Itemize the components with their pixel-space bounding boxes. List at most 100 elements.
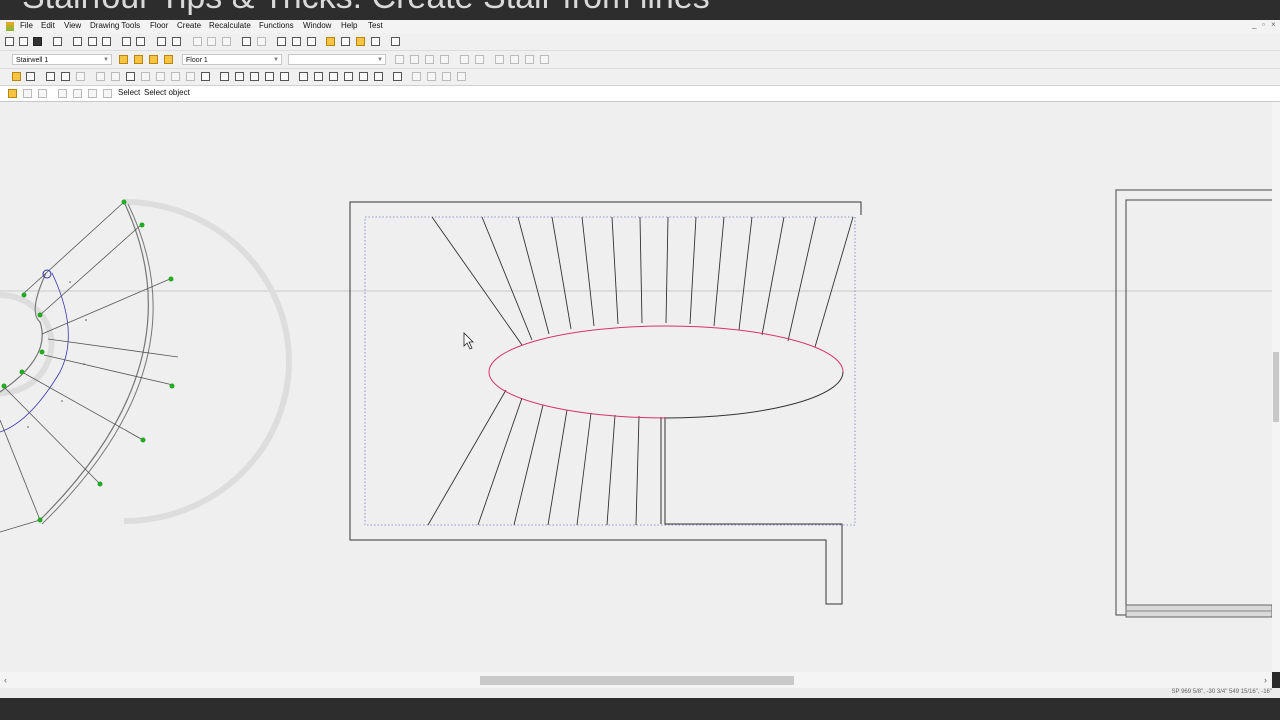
floor-select[interactable]: Floor 1 ▼: [182, 54, 282, 65]
spiral-node[interactable]: [21, 292, 27, 298]
scroll-left-icon[interactable]: ‹: [4, 675, 7, 685]
rotate-icon[interactable]: [510, 55, 519, 64]
zoom-icon[interactable]: [277, 37, 286, 46]
layer-select[interactable]: ▼: [288, 54, 386, 65]
restore-button[interactable]: ▫: [1262, 20, 1265, 29]
grid-icon[interactable]: [88, 37, 97, 46]
stair-tool-icon[interactable]: [61, 72, 70, 81]
crosshair-icon[interactable]: [356, 37, 365, 46]
menu-edit[interactable]: Edit: [41, 21, 55, 30]
tread-line[interactable]: [576, 412, 592, 526]
menu-recalculate[interactable]: Recalculate: [209, 21, 251, 30]
snap-icon[interactable]: [326, 37, 335, 46]
hatch-icon[interactable]: [427, 72, 436, 81]
stairwell-outline[interactable]: [349, 201, 862, 605]
spiral-node[interactable]: [121, 199, 127, 205]
distribute-icon[interactable]: [440, 55, 449, 64]
menu-floor[interactable]: Floor: [150, 21, 168, 30]
align-right-icon[interactable]: [425, 55, 434, 64]
draw-mode-icon[interactable]: [23, 89, 32, 98]
print-icon[interactable]: [53, 37, 62, 46]
tread-line[interactable]: [639, 216, 643, 324]
stair-treads[interactable]: [427, 216, 854, 526]
circle-icon[interactable]: [141, 72, 150, 81]
ellipse-icon[interactable]: [171, 72, 180, 81]
layers-icon[interactable]: [164, 55, 173, 64]
tread-line[interactable]: [635, 415, 640, 526]
tread-line[interactable]: [481, 216, 533, 341]
mirror-icon[interactable]: [495, 55, 504, 64]
export-icon[interactable]: [136, 37, 145, 46]
import-icon[interactable]: [122, 37, 131, 46]
ortho-icon[interactable]: [341, 37, 350, 46]
redo-icon[interactable]: [257, 37, 266, 46]
tread-line[interactable]: [427, 389, 507, 526]
scroll-right-icon[interactable]: ›: [1264, 675, 1267, 685]
spiral-node[interactable]: [140, 437, 146, 443]
right-wall-inner[interactable]: [1125, 199, 1272, 606]
window-select-icon[interactable]: [26, 72, 35, 81]
vertical-scrollbar[interactable]: [1272, 102, 1280, 672]
pencil-icon[interactable]: [149, 55, 158, 64]
tread-line[interactable]: [513, 404, 544, 526]
block-icon[interactable]: [412, 72, 421, 81]
measure-icon[interactable]: [374, 72, 383, 81]
spiral-node[interactable]: [19, 369, 25, 375]
right-stairwell[interactable]: [1115, 189, 1272, 618]
break-icon[interactable]: [280, 72, 289, 81]
copy-icon[interactable]: [207, 37, 216, 46]
tread-line[interactable]: [581, 216, 595, 327]
swap-icon[interactable]: [102, 37, 111, 46]
layout-icon[interactable]: [73, 37, 82, 46]
more-icon[interactable]: [88, 89, 97, 98]
select-tool-icon[interactable]: [12, 72, 21, 81]
paste-icon[interactable]: [222, 37, 231, 46]
confirm-icon[interactable]: [73, 89, 82, 98]
dimension-icon[interactable]: [299, 72, 308, 81]
menu-functions[interactable]: Functions: [259, 21, 294, 30]
spiral-node[interactable]: [97, 481, 103, 487]
save-icon[interactable]: [33, 37, 42, 46]
tread-line[interactable]: [689, 216, 697, 325]
new-icon[interactable]: [5, 37, 14, 46]
spiral-node[interactable]: [37, 312, 43, 318]
spiral-center-handle[interactable]: [42, 269, 52, 279]
tread-line[interactable]: [665, 216, 669, 324]
arc-icon[interactable]: [156, 72, 165, 81]
diagonal-line-icon[interactable]: [126, 72, 135, 81]
help-icon[interactable]: [391, 37, 400, 46]
disk-icon[interactable]: [157, 37, 166, 46]
align-left-icon[interactable]: [395, 55, 404, 64]
menu-drawing-tools[interactable]: Drawing Tools: [90, 21, 140, 30]
spiral-node[interactable]: [168, 276, 174, 282]
menu-window[interactable]: Window: [303, 21, 331, 30]
extend-icon[interactable]: [235, 72, 244, 81]
stair-eye-ellipse[interactable]: [488, 325, 844, 419]
tread-line[interactable]: [738, 216, 753, 331]
drawing-canvas[interactable]: [0, 102, 1272, 672]
menu-create[interactable]: Create: [177, 21, 201, 30]
angle-icon[interactable]: [371, 37, 380, 46]
ellipse-selected-arc-lower[interactable]: [488, 371, 667, 419]
diameter-icon[interactable]: [344, 72, 353, 81]
menu-view[interactable]: View: [64, 21, 81, 30]
spiral-stair[interactable]: [0, 199, 292, 533]
zoom-window-icon[interactable]: [292, 37, 301, 46]
open-icon[interactable]: [19, 37, 28, 46]
spiral-node[interactable]: [37, 517, 43, 523]
ungroup-icon[interactable]: [457, 72, 466, 81]
menu-file[interactable]: File: [20, 21, 33, 30]
edit-mode-icon[interactable]: [8, 89, 17, 98]
undo-icon[interactable]: [242, 37, 251, 46]
align-bottom-icon[interactable]: [475, 55, 484, 64]
preview-icon[interactable]: [172, 37, 181, 46]
line-icon[interactable]: [96, 72, 105, 81]
radius-icon[interactable]: [329, 72, 338, 81]
tread-line[interactable]: [547, 409, 568, 526]
tread-line[interactable]: [606, 414, 616, 526]
cancel-icon[interactable]: [58, 89, 67, 98]
spiral-node[interactable]: [39, 349, 45, 355]
stairwell-icon[interactable]: [119, 55, 128, 64]
modify-mode-icon[interactable]: [38, 89, 47, 98]
tread-line[interactable]: [477, 397, 523, 526]
